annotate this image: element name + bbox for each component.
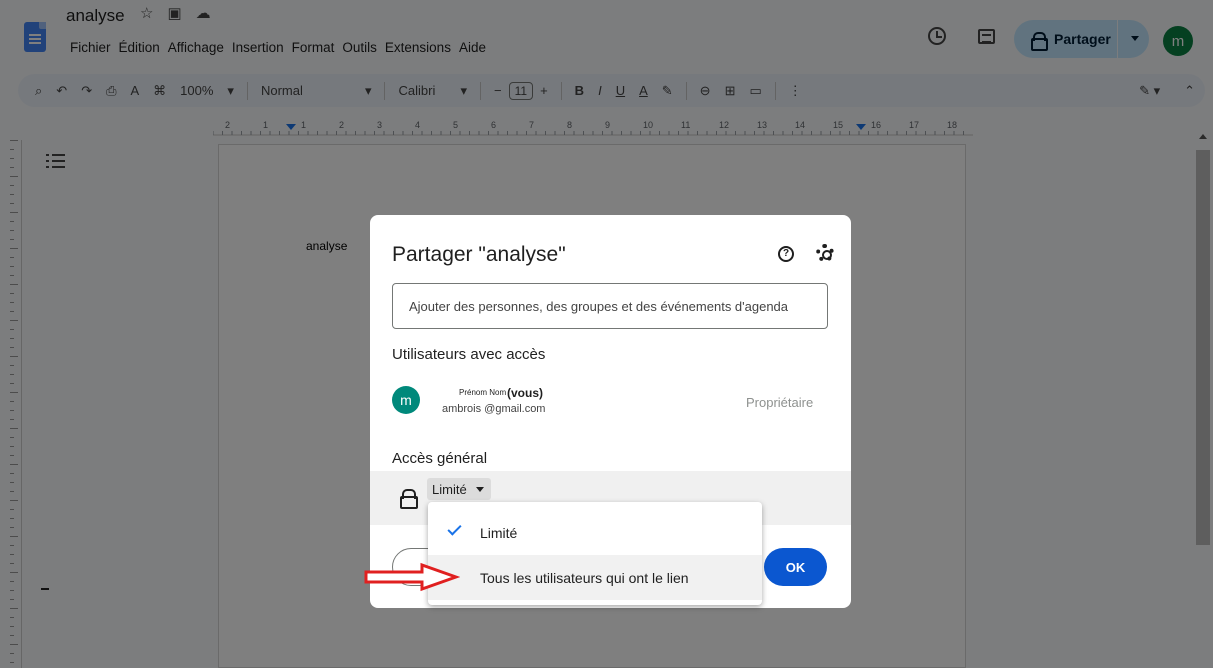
users-with-access-heading: Utilisateurs avec accès xyxy=(392,346,546,363)
help-icon[interactable]: ? xyxy=(778,246,794,262)
dialog-title: Partager "analyse" xyxy=(392,243,566,266)
chevron-down-icon xyxy=(475,486,484,492)
general-access-heading: Accès général xyxy=(392,450,488,467)
gear-icon[interactable] xyxy=(816,244,834,262)
user-role: Propriétaire xyxy=(746,395,814,410)
general-access-select[interactable]: Limité xyxy=(427,478,491,500)
access-option-label: Limité xyxy=(480,524,518,541)
annotation-arrow-icon xyxy=(364,562,460,592)
user-avatar: m xyxy=(392,386,420,414)
access-option-anyone-with-link[interactable]: Tous les utilisateurs qui ont le lien xyxy=(428,555,762,600)
check-icon xyxy=(447,521,462,536)
user-name: Prénom Nom xyxy=(459,388,507,397)
access-option-label: Tous les utilisateurs qui ont le lien xyxy=(480,569,689,586)
ok-button[interactable]: OK xyxy=(764,548,827,586)
user-you-label: (vous) xyxy=(507,386,543,400)
add-people-input[interactable]: Ajouter des personnes, des groupes et de… xyxy=(392,283,828,329)
lock-icon xyxy=(400,489,418,509)
user-email: ambrois @gmail.com xyxy=(442,403,546,415)
general-access-value: Limité xyxy=(432,481,467,497)
access-dropdown-menu: Limité Tous les utilisateurs qui ont le … xyxy=(428,502,762,605)
access-option-restricted[interactable]: Limité xyxy=(428,510,762,555)
